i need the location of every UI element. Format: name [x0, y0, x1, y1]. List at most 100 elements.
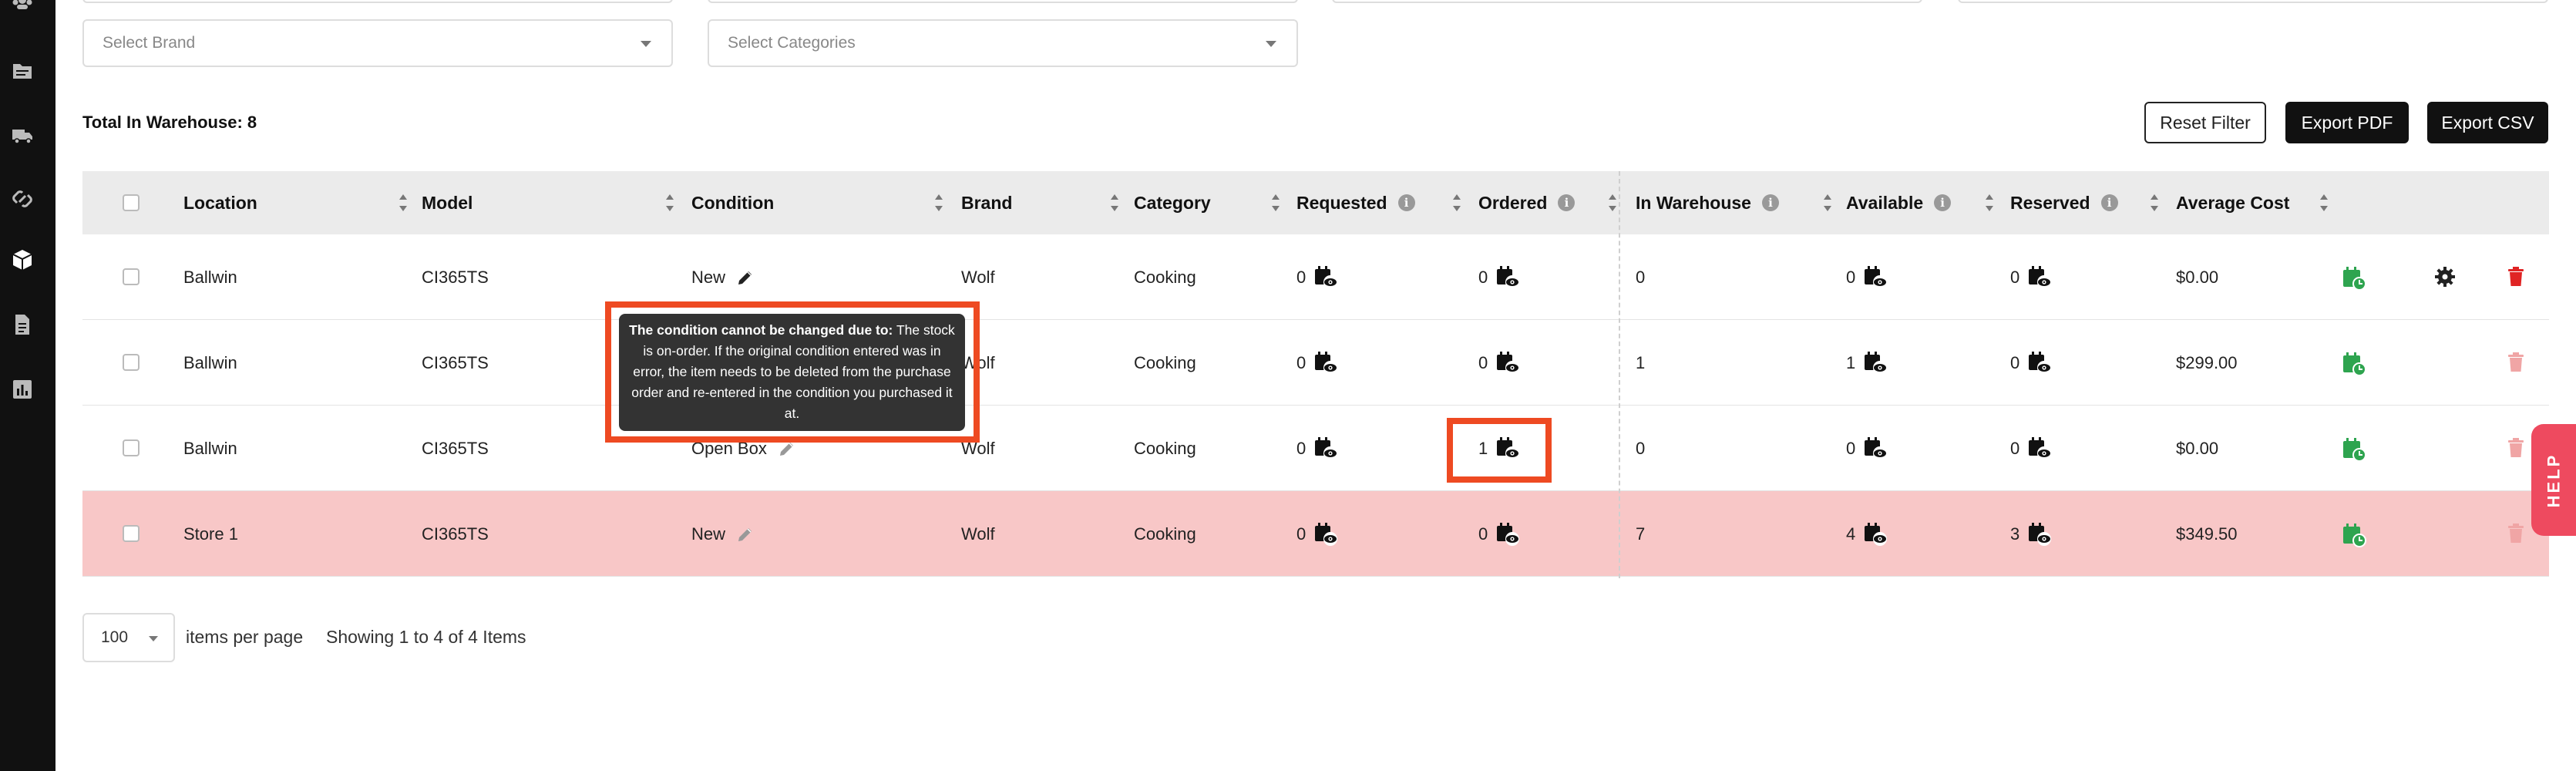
filter-box-top-1[interactable] — [82, 0, 673, 3]
header-reserved[interactable]: Reserved i — [2010, 171, 2118, 234]
cell-model-value: CI365TS — [422, 352, 489, 372]
row-checkbox[interactable] — [123, 439, 140, 456]
eye-calendar-icon[interactable] — [1313, 351, 1338, 375]
trash-icon[interactable] — [2503, 264, 2529, 290]
items-per-page-select[interactable]: 100 — [82, 613, 175, 662]
brand-select[interactable]: Select Brand — [82, 19, 673, 67]
eye-calendar-icon[interactable] — [2027, 351, 2052, 375]
header-model[interactable]: Model — [422, 171, 472, 234]
cell-ordered: 0 — [1478, 234, 1520, 320]
users-icon[interactable] — [11, 0, 34, 19]
eye-calendar-icon[interactable] — [2027, 265, 2052, 290]
cell-available-value: 1 — [1846, 352, 1856, 372]
filter-box-top-4[interactable] — [1958, 0, 2548, 3]
header-ordered[interactable]: Ordered i — [1478, 171, 1576, 234]
header-condition[interactable]: Condition — [691, 171, 774, 234]
sort-icon[interactable] — [1824, 194, 1831, 211]
box-icon[interactable] — [11, 248, 34, 271]
sort-icon[interactable] — [1111, 194, 1118, 211]
eye-calendar-icon[interactable] — [2027, 522, 2052, 547]
chart-icon[interactable] — [11, 378, 34, 401]
info-icon[interactable]: i — [1934, 194, 1952, 211]
chevron-down-icon — [149, 636, 158, 641]
eye-calendar-icon[interactable] — [1863, 265, 1888, 290]
calendar-clock-icon[interactable] — [2341, 522, 2367, 548]
reset-filter-button[interactable]: Reset Filter — [2144, 102, 2266, 143]
cell-brand-value: Wolf — [961, 267, 995, 287]
sort-icon[interactable] — [2320, 194, 2328, 211]
info-icon[interactable]: i — [1397, 194, 1415, 211]
link-icon[interactable] — [11, 187, 34, 210]
cell-in-warehouse: 7 — [1636, 491, 1645, 577]
eye-calendar-icon[interactable] — [1495, 351, 1520, 375]
cell-category-value: Cooking — [1134, 352, 1196, 372]
filter-box-top-2[interactable] — [708, 0, 1298, 3]
cell-in-warehouse-value: 1 — [1636, 352, 1646, 372]
folder-icon[interactable] — [11, 59, 34, 82]
help-tab[interactable]: HELP — [2531, 424, 2576, 536]
sort-icon[interactable] — [1609, 194, 1616, 211]
gear-icon[interactable] — [2432, 264, 2458, 290]
brand-select-placeholder: Select Brand — [103, 34, 196, 52]
header-available[interactable]: Available i — [1846, 171, 1952, 234]
sort-icon[interactable] — [1272, 194, 1280, 211]
header-in-warehouse[interactable]: In Warehouse i — [1636, 171, 1779, 234]
eye-calendar-icon[interactable] — [1313, 522, 1338, 547]
info-icon[interactable]: i — [1558, 194, 1576, 211]
cell-in-warehouse-value: 0 — [1636, 438, 1646, 458]
calendar-clock-icon[interactable] — [2341, 436, 2367, 463]
table-row[interactable]: Ballwin CI365TS Open Box Wolf Cooking 0 1 0 0 0 $0… — [82, 406, 2549, 491]
trash-icon[interactable] — [2503, 435, 2529, 461]
info-icon[interactable]: i — [1761, 194, 1779, 211]
cell-in-warehouse-value: 7 — [1636, 524, 1646, 544]
sort-icon[interactable] — [2151, 194, 2158, 211]
cell-average-cost-value: $0.00 — [2176, 267, 2219, 287]
calendar-clock-icon[interactable] — [2341, 351, 2367, 377]
info-icon[interactable]: i — [2100, 194, 2118, 211]
cell-location: Ballwin — [183, 320, 237, 406]
header-category[interactable]: Category — [1134, 171, 1211, 234]
eye-calendar-icon[interactable] — [2027, 436, 2052, 461]
header-average-cost[interactable]: Average Cost — [2176, 171, 2289, 234]
filter-box-top-3[interactable] — [1332, 0, 1922, 3]
pencil-icon[interactable] — [736, 268, 755, 287]
cell-available: 0 — [1846, 234, 1888, 320]
export-csv-button[interactable]: Export CSV — [2427, 102, 2548, 143]
sort-icon[interactable] — [1453, 194, 1461, 211]
row-checkbox[interactable] — [123, 268, 140, 285]
sort-icon[interactable] — [399, 194, 407, 211]
cell-condition: New — [691, 491, 755, 577]
sort-icon[interactable] — [666, 194, 674, 211]
header-requested[interactable]: Requested i — [1296, 171, 1415, 234]
header-in-warehouse-label: In Warehouse — [1636, 192, 1751, 213]
row-checkbox[interactable] — [123, 354, 140, 371]
trash-icon[interactable] — [2503, 520, 2529, 547]
sort-icon[interactable] — [935, 194, 943, 211]
export-pdf-button[interactable]: Export PDF — [2285, 102, 2409, 143]
eye-calendar-icon[interactable] — [1863, 436, 1888, 461]
categories-select[interactable]: Select Categories — [708, 19, 1298, 67]
header-location[interactable]: Location — [183, 171, 257, 234]
cell-reserved: 0 — [2010, 234, 2052, 320]
table-row[interactable]: Store 1 CI365TS New Wolf Cooking 0 0 7 4 3 $349.50 — [82, 491, 2549, 577]
eye-calendar-icon[interactable] — [1863, 351, 1888, 375]
sort-icon[interactable] — [1986, 194, 1993, 211]
row-checkbox[interactable] — [123, 525, 140, 542]
calendar-clock-icon[interactable] — [2341, 265, 2367, 291]
trash-icon[interactable] — [2503, 349, 2529, 375]
eye-calendar-icon[interactable] — [1863, 522, 1888, 547]
cell-category-value: Cooking — [1134, 267, 1196, 287]
header-brand[interactable]: Brand — [961, 171, 1012, 234]
pencil-icon[interactable] — [736, 525, 755, 544]
cell-location: Ballwin — [183, 234, 237, 320]
eye-calendar-icon[interactable] — [1495, 265, 1520, 290]
eye-calendar-icon[interactable] — [1313, 265, 1338, 290]
select-all-checkbox[interactable] — [123, 194, 140, 211]
document-icon[interactable] — [11, 313, 34, 336]
table-row[interactable]: Ballwin CI365TS New Wolf Cooking 0 0 0 0 0 $0.00 — [82, 234, 2549, 320]
truck-icon[interactable] — [11, 123, 34, 146]
eye-calendar-icon[interactable] — [1313, 436, 1338, 461]
eye-calendar-icon[interactable] — [1495, 522, 1520, 547]
table-row[interactable]: Ballwin CI365TS Wolf Cooking 0 0 1 1 0 $299.00 — [82, 320, 2549, 406]
header-available-label: Available — [1846, 192, 1924, 213]
